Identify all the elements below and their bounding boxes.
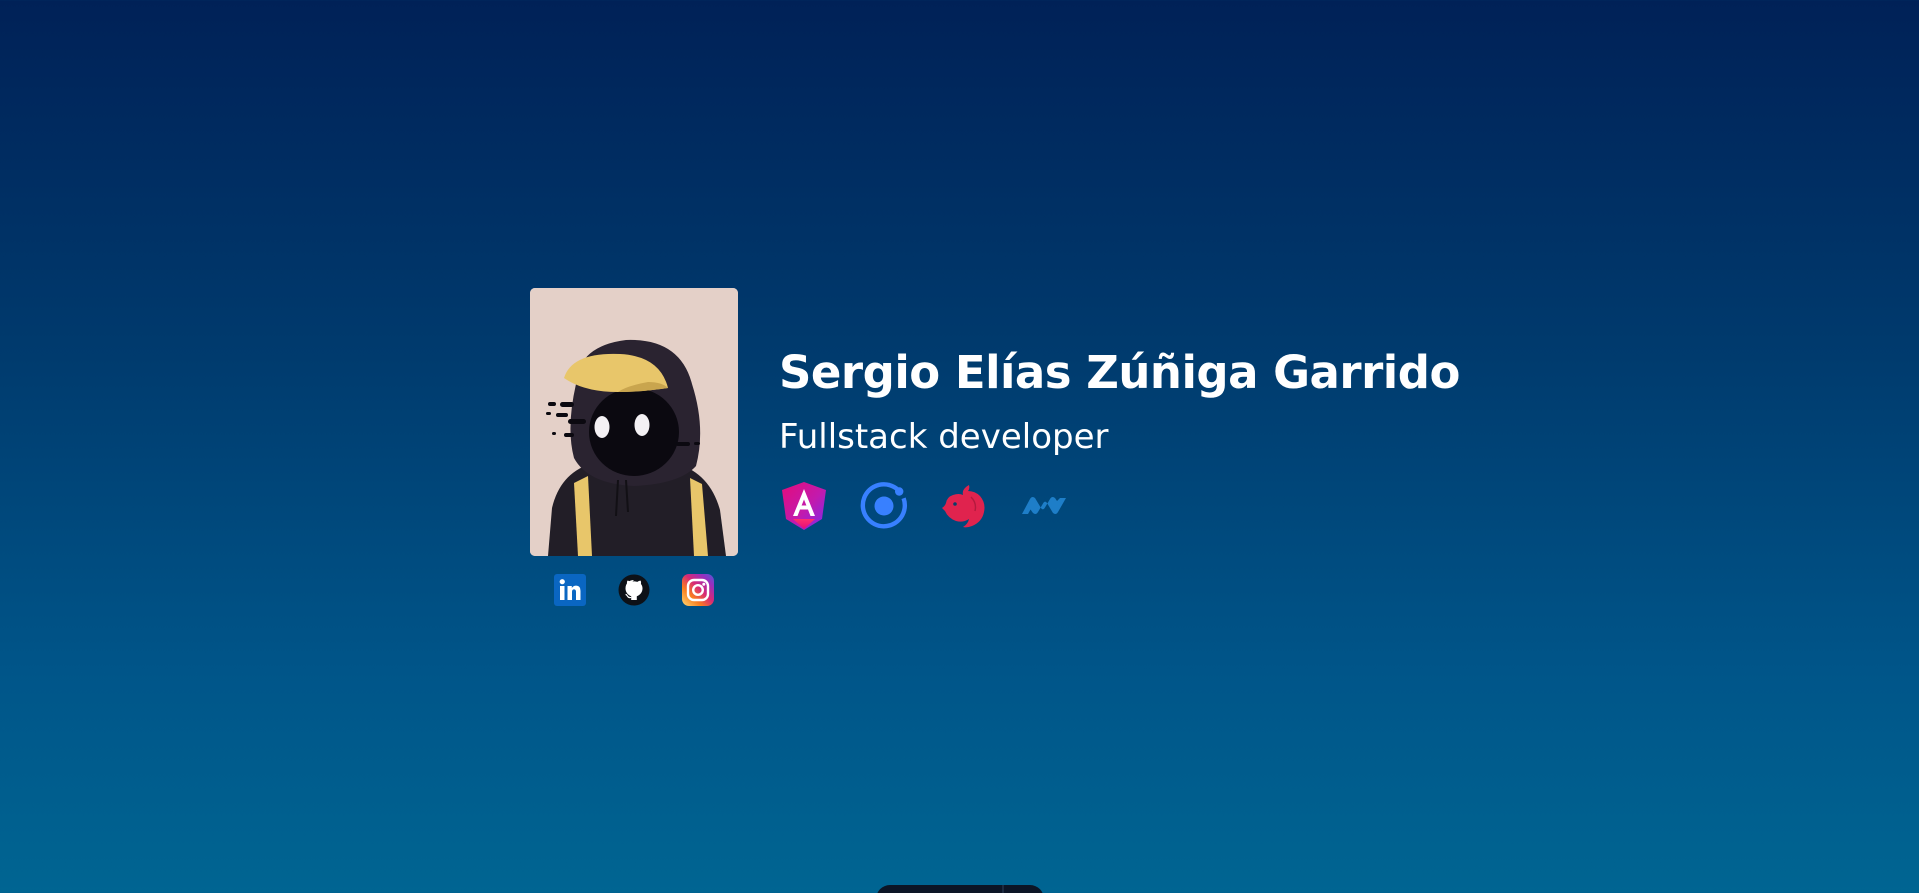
instagram-link[interactable] xyxy=(682,574,714,606)
linkedin-icon xyxy=(554,574,586,606)
instagram-icon xyxy=(682,574,714,606)
profile-name: Sergio Elías Zúñiga Garrido xyxy=(779,346,1460,399)
profile-card xyxy=(530,288,738,606)
angular-icon xyxy=(779,481,829,531)
tech-stack xyxy=(779,481,1460,531)
linkedin-link[interactable] xyxy=(554,574,586,606)
nestjs-icon xyxy=(939,481,989,531)
dotnet-icon xyxy=(1019,481,1069,531)
ionic-icon xyxy=(859,481,909,531)
profile-role: Fullstack developer xyxy=(779,417,1109,457)
bottom-tab[interactable] xyxy=(876,885,1044,893)
social-links xyxy=(530,574,738,606)
avatar xyxy=(530,288,738,556)
github-icon xyxy=(618,574,650,606)
github-link[interactable] xyxy=(618,574,650,606)
profile-info: Sergio Elías Zúñiga Garrido Fullstack de… xyxy=(779,343,1460,531)
hooded-character-avatar-icon xyxy=(530,288,738,556)
